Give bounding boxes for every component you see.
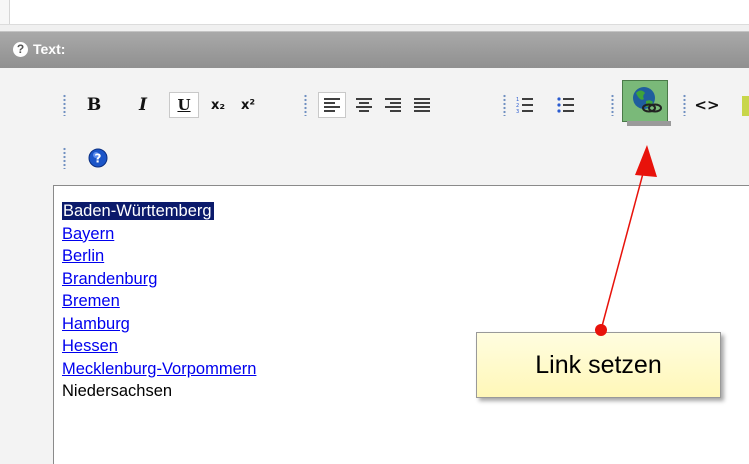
arrow-head — [635, 145, 657, 177]
annotation-arrow — [595, 145, 657, 336]
arrow-line — [600, 165, 646, 331]
arrow-tail-dot — [595, 324, 607, 336]
